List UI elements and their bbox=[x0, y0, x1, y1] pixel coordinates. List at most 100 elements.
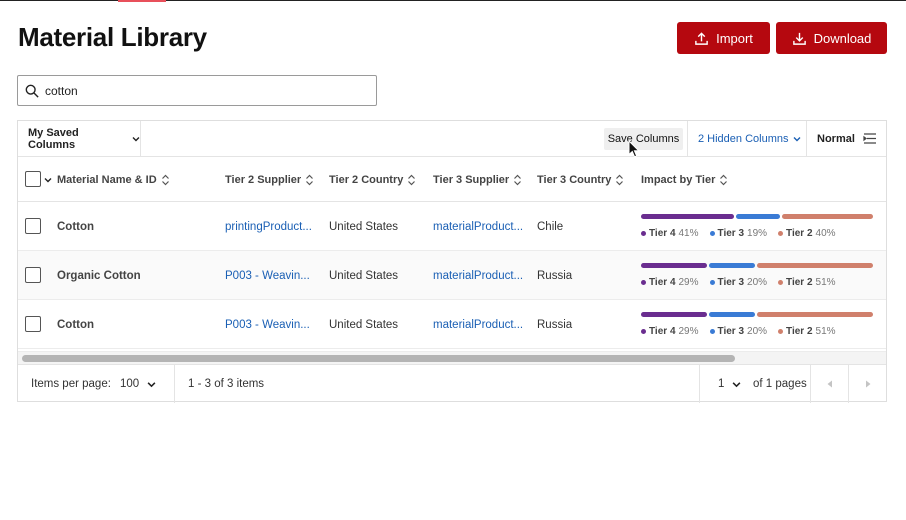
column-header-label: Tier 3 Country bbox=[537, 173, 612, 186]
tier3-dot-icon bbox=[709, 328, 715, 334]
tier4-dot-icon bbox=[641, 328, 646, 334]
row-checkbox[interactable] bbox=[25, 267, 41, 283]
column-header-label: Impact by Tier bbox=[641, 173, 716, 186]
impact-legend-tier2: Tier 2 51% bbox=[778, 325, 836, 337]
footer-divider bbox=[699, 365, 700, 403]
impact-bar-group bbox=[641, 263, 875, 268]
search-box bbox=[17, 75, 377, 106]
impact-bar-tier2 bbox=[781, 214, 873, 219]
data-table: My Saved Columns Save Columns 2 Hidden C… bbox=[17, 120, 887, 403]
tier2-supplier-link[interactable]: P003 - Weavin... bbox=[225, 300, 310, 349]
tier3-dot-icon bbox=[709, 230, 715, 236]
chevron-down-icon bbox=[147, 381, 156, 387]
table-row: Organic Cotton P003 - Weavin... United S… bbox=[18, 251, 886, 300]
impact-legend-tier4: Tier 4 29% bbox=[641, 276, 699, 288]
tier2-country: United States bbox=[329, 269, 399, 282]
sort-icon bbox=[616, 174, 624, 185]
toolbar-divider bbox=[806, 121, 807, 156]
toolbar-divider bbox=[687, 121, 688, 156]
select-all-checkbox[interactable] bbox=[25, 171, 41, 187]
tier2-supplier-link[interactable]: printingProduct... bbox=[225, 202, 312, 251]
column-header-tier3-supplier[interactable]: Tier 3 Supplier bbox=[433, 157, 522, 202]
tier2-country: United States bbox=[329, 318, 399, 331]
page-title: Material Library bbox=[18, 22, 207, 52]
impact-legend: Tier 4 29% Tier 3 20% Tier 2 51% bbox=[641, 276, 836, 288]
tier-label: Tier 2 bbox=[786, 276, 813, 288]
tier3-supplier-link[interactable]: materialProduct... bbox=[433, 300, 523, 349]
import-button-label: Import bbox=[716, 30, 753, 46]
tier-label: Tier 3 bbox=[717, 276, 745, 288]
column-header-label: Material Name & ID bbox=[57, 173, 157, 186]
horizontal-scrollbar[interactable] bbox=[18, 351, 886, 364]
impact-legend-tier2: Tier 2 51% bbox=[778, 276, 836, 288]
next-page-button[interactable] bbox=[849, 365, 887, 403]
saved-columns-label: My Saved Columns bbox=[28, 126, 79, 151]
scrollbar-thumb[interactable] bbox=[22, 355, 735, 362]
sort-icon bbox=[408, 174, 416, 185]
download-button-label: Download bbox=[813, 30, 872, 46]
sort-icon bbox=[306, 174, 314, 185]
tier-percent: 20% bbox=[747, 325, 768, 337]
tier3-supplier-link[interactable]: materialProduct... bbox=[433, 202, 523, 251]
tier3-dot-icon bbox=[709, 279, 715, 285]
save-columns-button[interactable]: Save Columns bbox=[604, 128, 683, 150]
tier-percent: 29% bbox=[678, 276, 699, 288]
footer-divider bbox=[174, 365, 175, 403]
tier2-dot-icon bbox=[778, 328, 784, 334]
impact-by-tier: Tier 4 41% Tier 3 19% Tier 2 40% bbox=[641, 214, 875, 240]
pagination-footer: Items per page: 100 1 - 3 of 3 items 1 o… bbox=[18, 364, 887, 403]
previous-page-button[interactable] bbox=[811, 365, 849, 403]
saved-columns-dropdown[interactable]: My Saved Columns bbox=[18, 121, 141, 156]
upload-icon bbox=[695, 31, 708, 45]
tier-label: Tier 4 bbox=[649, 227, 676, 239]
tier-label: Tier 4 bbox=[649, 325, 676, 337]
tier-percent: 20% bbox=[747, 276, 768, 288]
column-header-tier3-country[interactable]: Tier 3 Country bbox=[537, 157, 624, 202]
column-header-tier2-country[interactable]: Tier 2 Country bbox=[329, 157, 416, 202]
density-settings-icon[interactable] bbox=[863, 132, 877, 145]
page-select[interactable]: 1 bbox=[718, 365, 741, 403]
hidden-columns-dropdown[interactable]: 2 Hidden Columns bbox=[698, 121, 801, 156]
caret-right-icon bbox=[866, 380, 871, 388]
tier3-country: Chile bbox=[537, 220, 564, 233]
tab-indicator bbox=[118, 0, 166, 2]
tier-percent: 19% bbox=[747, 227, 768, 239]
tier3-country: Russia bbox=[537, 318, 573, 331]
impact-bar-tier3 bbox=[709, 263, 755, 268]
impact-bar-group bbox=[641, 312, 875, 317]
impact-legend-tier4: Tier 4 41% bbox=[641, 227, 699, 239]
impact-legend-tier3: Tier 3 20% bbox=[709, 276, 768, 288]
impact-legend-tier3: Tier 3 19% bbox=[709, 227, 768, 239]
row-checkbox[interactable] bbox=[25, 316, 41, 332]
download-button[interactable]: Download bbox=[776, 22, 887, 54]
tier-label: Tier 3 bbox=[717, 325, 745, 337]
column-header-label: Tier 2 Country bbox=[329, 173, 404, 186]
column-header-name[interactable]: Material Name & ID bbox=[57, 157, 170, 202]
tier3-supplier-link[interactable]: materialProduct... bbox=[433, 251, 523, 300]
tier-percent: 41% bbox=[678, 227, 699, 239]
density-selector[interactable]: Normal bbox=[817, 121, 855, 156]
impact-bar-tier2 bbox=[756, 312, 873, 317]
tier2-country: United States bbox=[329, 220, 399, 233]
column-header-label: Tier 2 Supplier bbox=[225, 173, 302, 186]
tier-label: Tier 3 bbox=[717, 227, 745, 239]
tier-percent: 51% bbox=[815, 325, 836, 337]
select-menu-chevron-icon[interactable] bbox=[44, 176, 52, 184]
search-input[interactable] bbox=[45, 81, 365, 101]
page-select-value: 1 bbox=[718, 378, 725, 390]
hidden-columns-label: 2 Hidden Columns bbox=[698, 132, 789, 145]
table-toolbar: My Saved Columns Save Columns 2 Hidden C… bbox=[18, 121, 886, 157]
impact-bar-tier3 bbox=[709, 312, 755, 317]
items-per-page-select[interactable]: 100 bbox=[120, 365, 156, 403]
items-per-page-value: 100 bbox=[120, 378, 140, 390]
sort-icon bbox=[720, 174, 728, 185]
impact-bar-tier3 bbox=[736, 214, 780, 219]
column-header-impact[interactable]: Impact by Tier bbox=[641, 157, 728, 202]
import-button[interactable]: Import bbox=[677, 22, 770, 54]
impact-legend-tier3: Tier 3 20% bbox=[709, 325, 768, 337]
row-checkbox[interactable] bbox=[25, 218, 41, 234]
tier4-dot-icon bbox=[641, 279, 646, 285]
column-header-tier2-supplier[interactable]: Tier 2 Supplier bbox=[225, 157, 314, 202]
impact-by-tier: Tier 4 29% Tier 3 20% Tier 2 51% bbox=[641, 263, 875, 289]
tier2-supplier-link[interactable]: P003 - Weavin... bbox=[225, 251, 310, 300]
